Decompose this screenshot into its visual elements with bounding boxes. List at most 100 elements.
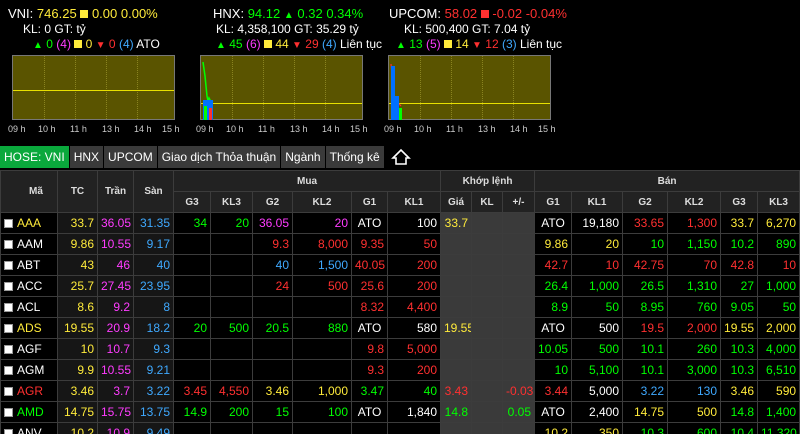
col-match-price[interactable]: Giá <box>440 191 472 213</box>
index-value: 746.25 <box>36 6 77 21</box>
tab-sectors[interactable]: Ngành <box>281 146 326 168</box>
watch-checkbox[interactable] <box>4 345 13 355</box>
table-row[interactable]: AGF 10 10.7 9.3 9.8 5,000 10.05 500 10.1 260 10.3 4… <box>0 338 800 360</box>
sell-g2: 33.65 <box>622 212 669 234</box>
col-floor[interactable]: Sàn <box>133 170 174 213</box>
index-panel-upcom[interactable]: UPCOM: 58.02 -0.02 -0.04% KL: 500,400 GT… <box>384 0 584 140</box>
buy-g2 <box>252 338 293 360</box>
tab-upcom[interactable]: UPCOM <box>104 146 158 168</box>
up-arrow-icon: ▲ <box>396 40 406 51</box>
unchanged-count: 14 <box>455 37 469 51</box>
col-match-change[interactable]: +/- <box>501 191 536 213</box>
index-name: VNI: <box>8 6 34 21</box>
tab-negotiated-trades[interactable]: Giao dịch Thỏa thuận <box>157 146 282 168</box>
price-board: Mã TC Trần Sàn Mua Khớp lệnh Bán G3 KL3 G2… <box>0 170 800 434</box>
match-change <box>501 359 536 381</box>
floor-count: (4) <box>321 37 337 51</box>
col-sell-kl2[interactable]: KL2 <box>667 191 722 213</box>
table-row[interactable]: AAA 33.7 36.05 31.35 34 20 36.05 20 ATO 100 33.7 AT… <box>0 212 800 234</box>
watch-checkbox[interactable] <box>4 303 13 313</box>
match-price <box>440 359 472 381</box>
symbol-cell[interactable]: ACL <box>0 296 58 318</box>
down-arrow-icon: ▼ <box>292 40 302 51</box>
symbol-cell[interactable]: AAA <box>0 212 58 234</box>
symbol-label: ABT <box>17 258 41 272</box>
sell-kl2: 2,000 <box>667 317 722 339</box>
symbol-label: AGF <box>17 342 42 356</box>
buy-kl1: 50 <box>387 233 441 255</box>
index-change: -0.02 <box>492 6 523 21</box>
watch-checkbox[interactable] <box>4 219 13 229</box>
table-row[interactable]: AMD 14.75 15.75 13.75 14.9 200 15 100 ATO 1,840 14… <box>0 401 800 423</box>
table-row[interactable]: ADS 19.55 20.9 18.2 20 500 20.5 880 ATO 580 19.55 A… <box>0 317 800 339</box>
buy-kl2 <box>292 338 352 360</box>
col-symbol[interactable]: Mã <box>0 170 58 213</box>
col-sell-kl1[interactable]: KL1 <box>571 191 624 213</box>
col-sell-kl3[interactable]: KL3 <box>757 191 800 213</box>
symbol-cell[interactable]: ACC <box>0 275 58 297</box>
symbol-cell[interactable]: AAM <box>0 233 58 255</box>
index-panel-vni[interactable]: VNI: 746.25 0.00 0.00% KL: 0 GT: tỷ ▲ 0 … <box>8 0 208 140</box>
col-buy-g3[interactable]: G3 <box>173 191 211 213</box>
symbol-cell[interactable]: ANV <box>0 422 58 434</box>
symbol-cell[interactable]: AGF <box>0 338 58 360</box>
col-reference[interactable]: TC <box>57 170 98 213</box>
table-row[interactable]: ABT 43 46 40 40 1,500 40.05 200 42.7 10 42.75 70 42.… <box>0 254 800 276</box>
index-volume: KL: 500,400 GT: 7.04 tỷ <box>404 22 531 36</box>
table-row[interactable]: AGR 3.46 3.7 3.22 3.45 4,550 3.46 1,000 3.47 40 3.… <box>0 380 800 402</box>
group-sell: Bán <box>534 170 800 192</box>
symbol-cell[interactable]: ABT <box>0 254 58 276</box>
table-row[interactable]: ANV 10.2 10.9 9.49 10.2 350 10.3 600 10.4 11,320 <box>0 422 800 434</box>
symbol-cell[interactable]: AGM <box>0 359 58 381</box>
table-row[interactable]: AGM 9.9 10.55 9.21 9.3 200 10 5,100 10.1 3,000 10.… <box>0 359 800 381</box>
col-match-volume[interactable]: KL <box>471 191 503 213</box>
tab-hnx[interactable]: HNX <box>69 146 105 168</box>
col-buy-g1[interactable]: G1 <box>351 191 388 213</box>
match-volume <box>471 359 503 381</box>
symbol-label: AGM <box>17 363 45 377</box>
home-icon[interactable] <box>389 146 413 168</box>
symbol-label: ANV <box>17 426 42 434</box>
symbol-cell[interactable]: ADS <box>0 317 58 339</box>
watch-checkbox[interactable] <box>4 261 13 271</box>
ceiling-price: 27.45 <box>97 275 134 297</box>
buy-kl2: 500 <box>292 275 352 297</box>
sell-kl2: 500 <box>667 401 722 423</box>
table-row[interactable]: ACC 25.7 27.45 23.95 24 500 25.6 200 26.4 1,000 26… <box>0 275 800 297</box>
table-row[interactable]: ACL 8.6 9.2 8 8.32 4,400 8.9 50 8.95 760 9.05 50 <box>0 296 800 318</box>
symbol-cell[interactable]: AMD <box>0 401 58 423</box>
sell-kl2: 130 <box>667 380 722 402</box>
watch-checkbox[interactable] <box>4 282 13 292</box>
table-row[interactable]: AAM 9.86 10.55 9.17 9.3 8,000 9.35 50 9.86 20 10 1,… <box>0 233 800 255</box>
buy-kl3 <box>210 275 253 297</box>
match-price <box>440 338 472 360</box>
sell-kl2: 600 <box>667 422 722 434</box>
tab-statistics[interactable]: Thống kê <box>325 146 385 168</box>
watch-checkbox[interactable] <box>4 240 13 250</box>
intraday-line <box>390 63 402 120</box>
watch-checkbox[interactable] <box>4 324 13 334</box>
index-value: 94.12 <box>247 6 281 21</box>
col-sell-g1[interactable]: G1 <box>534 191 573 213</box>
index-panel-hnx[interactable]: HNX: 94.12 ▲ 0.32 0.34% KL: 4,358,100 GT… <box>196 0 396 140</box>
col-sell-g2[interactable]: G2 <box>622 191 669 213</box>
col-ceiling[interactable]: Trần <box>97 170 134 213</box>
watch-checkbox[interactable] <box>4 387 13 397</box>
col-buy-kl3[interactable]: KL3 <box>210 191 253 213</box>
sell-kl1: 2,400 <box>571 401 624 423</box>
watch-checkbox[interactable] <box>4 366 13 376</box>
tab-hose[interactable]: HOSE: VNI <box>0 146 70 168</box>
sell-g1: 10.05 <box>534 338 573 360</box>
reference-price: 3.46 <box>57 380 98 402</box>
floor-price: 13.75 <box>133 401 174 423</box>
watch-checkbox[interactable] <box>4 408 13 418</box>
buy-g1: 9.35 <box>351 233 388 255</box>
col-buy-kl1[interactable]: KL1 <box>387 191 441 213</box>
col-sell-g3[interactable]: G3 <box>720 191 759 213</box>
col-buy-g2[interactable]: G2 <box>252 191 293 213</box>
decliners-count: 0 <box>108 37 116 51</box>
col-buy-kl2[interactable]: KL2 <box>292 191 352 213</box>
buy-g1: 9.8 <box>351 338 388 360</box>
watch-checkbox[interactable] <box>4 429 13 434</box>
symbol-cell[interactable]: AGR <box>0 380 58 402</box>
